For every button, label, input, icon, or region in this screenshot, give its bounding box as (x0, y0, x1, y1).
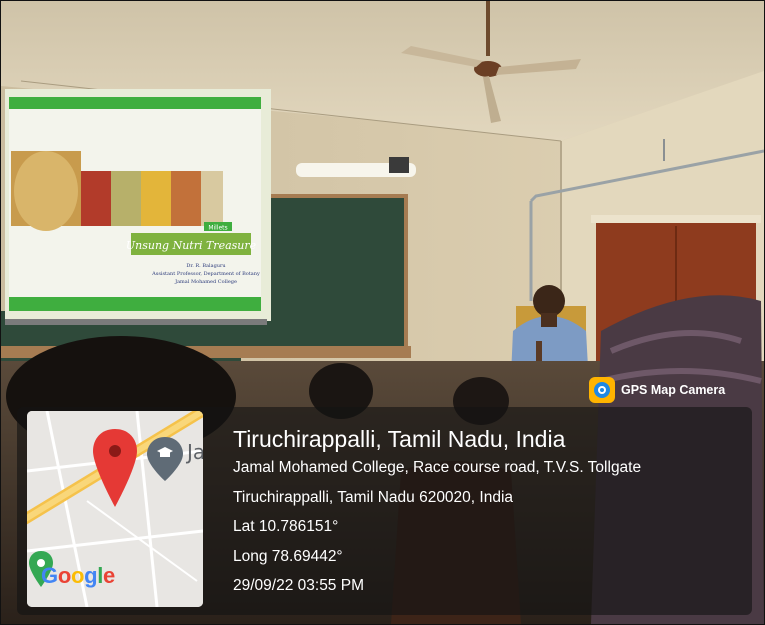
gps-map-camera-label: GPS Map Camera (621, 383, 726, 397)
address-line-1: Jamal Mohamed College, Race course road,… (233, 459, 642, 476)
slide-presenter: Dr. R. Balaguru (186, 263, 226, 269)
slide-affiliation-2: Jamal Mohamed College (174, 279, 237, 285)
slide-affiliation-1: Assistant Professor, Department of Botan… (151, 271, 260, 277)
gps-camera-app-icon (589, 377, 615, 403)
google-logo: Google (41, 563, 115, 589)
gps-map-camera-badge: GPS Map Camera (589, 373, 725, 407)
location-title: Tiruchirappalli, Tamil Nadu, India (233, 426, 566, 452)
address-line-2: Tiruchirappalli, Tamil Nadu 620020, Indi… (233, 488, 514, 506)
timestamp-value: 29/09/22 03:55 PM (233, 577, 364, 594)
slide-tag: Millets (208, 225, 227, 232)
google-logo-text: Google (41, 563, 115, 588)
location-text-block: Tiruchirappalli, Tamil Nadu, India Jamal… (233, 425, 641, 607)
photo-frame: Unsung Nutri Treasure Millets Dr. R. Bal… (0, 0, 765, 625)
latitude-value: Lat 10.786151° (233, 518, 339, 535)
longitude-value: Long 78.69442° (233, 547, 343, 565)
map-partial-label: Ja (185, 440, 203, 464)
slide-title: Unsung Nutri Treasure (126, 239, 257, 252)
